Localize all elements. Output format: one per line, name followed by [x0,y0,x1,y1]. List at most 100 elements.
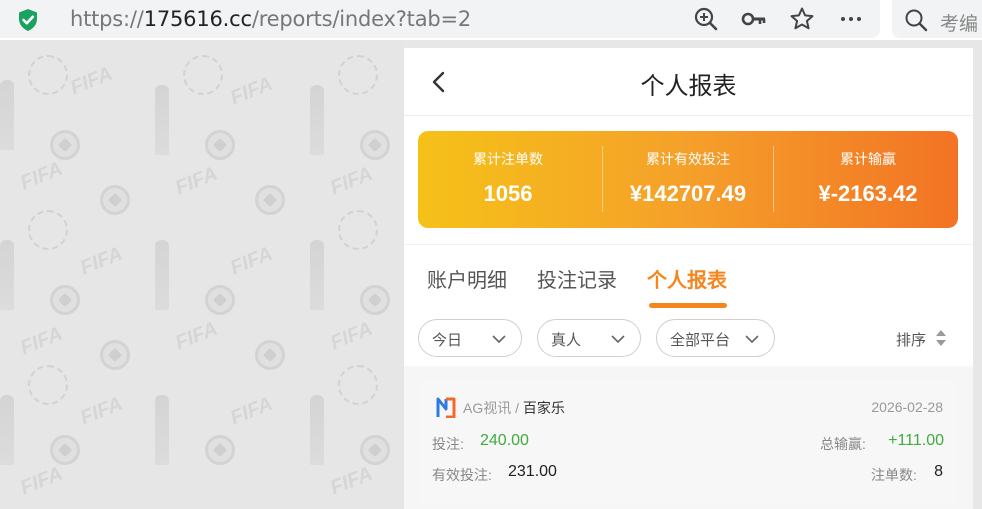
browser-toolbar: https://175616.cc/reports/index?tab=2 考编 [0,0,982,40]
more-menu-icon[interactable] [838,6,864,32]
fifa-watermark: FIFA [227,242,276,280]
trophy-icon [310,395,324,465]
shield-check-icon [19,9,37,31]
emblem-icon [338,365,378,405]
emblem-icon [28,365,68,405]
platform-filter-value: 全部平台 [670,332,731,349]
bet-count-value: 8 [934,463,943,480]
address-bar[interactable]: https://175616.cc/reports/index?tab=2 [0,0,880,38]
soccer-ball-icon [100,185,130,215]
record-provider: AG视讯 / 百家乐 [463,398,565,418]
fifa-watermark: FIFA [77,242,126,280]
fifa-watermark: FIFA [17,322,66,360]
bet-label: 投注: [432,436,464,452]
win-loss-label: 累计输赢 [840,151,896,167]
background-pattern: FIFA FIFA FIFA FIFA FIFA FIFA FIFA FIFA … [0,40,404,509]
active-tab-indicator [649,303,727,308]
total-bets-value: 1056 [483,181,533,206]
date-filter-value: 今日 [432,332,463,349]
report-page: 个人报表 累计注单数 1056 累计有效投注 ¥142707.49 累计输赢 ¥… [404,48,973,509]
favorite-star-icon[interactable] [789,6,815,32]
fifa-watermark: FIFA [17,462,66,500]
soccer-ball-icon [255,340,285,370]
chevron-down-icon [492,335,506,344]
win-loss-stat: 累计输赢 ¥-2163.42 [778,131,958,228]
type-filter-value: 真人 [551,332,582,349]
section-divider [404,244,973,245]
provider-separator: / [511,400,523,416]
summary-card: 累计注单数 1056 累计有效投注 ¥142707.49 累计输赢 ¥-2163… [418,131,958,228]
emblem-icon [338,210,378,250]
filter-bar: 今日 真人 全部平台 排序 [404,318,973,362]
chevron-down-icon [745,335,759,344]
page-title: 个人报表 [640,73,737,100]
valid-bet-value: 231.00 [508,463,557,480]
soccer-ball-icon [205,130,235,160]
trophy-icon [0,240,14,310]
fifa-watermark: FIFA [77,392,126,430]
valid-bet-value: ¥142707.49 [629,181,747,206]
tab-account-details[interactable]: 账户明细 [427,264,507,293]
soccer-ball-icon [255,185,285,215]
valid-bet-stat: 累计有效投注 ¥142707.49 [598,131,778,228]
url-prefix: https:// [70,7,144,31]
record-date: 2026-02-28 [871,399,943,415]
valid-bet-label: 累计有效投注 [646,151,730,167]
tab-bar: 账户明细 投注记录 个人报表 [404,262,973,312]
win-loss-value: +111.00 [888,432,944,449]
win-loss-label: 总输赢: [820,436,866,452]
bet-count-label: 注单数: [871,467,917,483]
emblem-icon [28,210,68,250]
stat-divider [773,146,774,212]
trophy-icon [0,80,14,150]
page-header: 个人报表 [404,48,973,116]
soccer-ball-icon [100,340,130,370]
bet-value: 240.00 [480,432,529,449]
trophy-icon [310,240,324,310]
type-filter-dropdown[interactable]: 真人 [537,319,641,357]
trophy-icon [310,85,324,155]
tab-personal-report[interactable]: 个人报表 [647,264,727,293]
report-record-card[interactable]: AG视讯 / 百家乐 2026-02-28 投注: 240.00 总输赢: +1… [418,380,958,506]
ag-logo-icon [436,397,456,418]
url-host: 175616.cc [143,7,252,31]
fifa-watermark: FIFA [172,162,221,200]
tab-bet-records[interactable]: 投注记录 [537,264,617,293]
url-path: /reports/index?tab=2 [251,7,472,31]
soccer-ball-icon [205,285,235,315]
soccer-ball-icon [360,435,390,465]
zoom-in-icon[interactable] [693,6,719,32]
soccer-ball-icon [50,285,80,315]
provider-name: AG视讯 [463,400,512,416]
fifa-watermark: FIFA [327,162,376,200]
fifa-watermark: FIFA [67,62,116,100]
trophy-icon [0,395,14,465]
search-icon [905,9,928,32]
trophy-icon [155,395,169,465]
valid-bet-label: 有效投注: [432,467,492,483]
search-placeholder: 考编 [940,14,979,35]
trophy-icon [155,85,169,155]
soccer-ball-icon [50,130,80,160]
sort-arrows-icon[interactable] [934,329,948,347]
total-bets-stat: 累计注单数 1056 [418,131,598,228]
fifa-watermark: FIFA [17,157,66,195]
fifa-watermark: FIFA [227,72,276,110]
fifa-watermark: FIFA [172,317,221,355]
win-loss-value: ¥-2163.42 [818,181,918,206]
platform-filter-dropdown[interactable]: 全部平台 [656,319,775,357]
date-filter-dropdown[interactable]: 今日 [418,319,522,357]
sort-button[interactable]: 排序 [896,329,926,350]
emblem-icon [28,55,68,95]
fifa-watermark: FIFA [327,462,376,500]
browser-search-box[interactable]: 考编 [892,0,982,38]
key-icon[interactable] [741,6,767,32]
fifa-watermark: FIFA [227,392,276,430]
url-text[interactable]: https://175616.cc/reports/index?tab=2 [70,7,471,31]
soccer-ball-icon [205,435,235,465]
soccer-ball-icon [50,435,80,465]
trophy-icon [155,240,169,310]
emblem-icon [183,55,223,95]
soccer-ball-icon [360,130,390,160]
fifa-watermark: FIFA [327,317,376,355]
